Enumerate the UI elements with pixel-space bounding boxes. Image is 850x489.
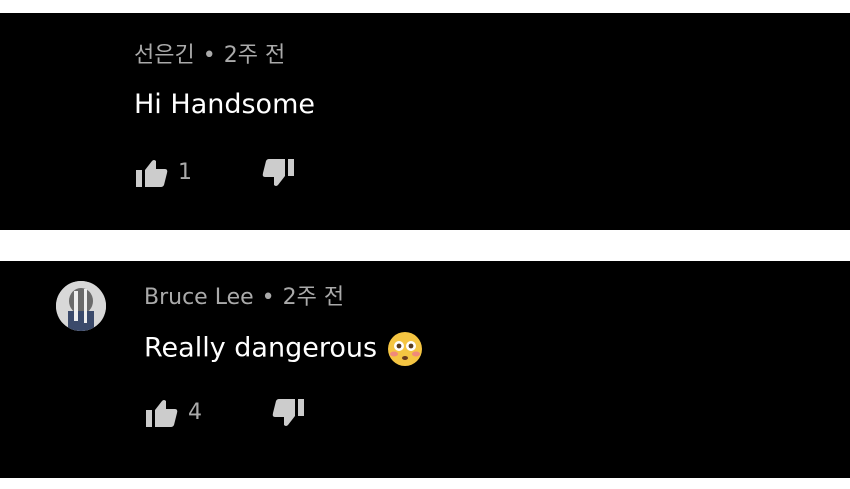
comment-text: Really dangerous <box>144 331 423 367</box>
comment-actions: 1 <box>132 155 298 191</box>
thumbs-up-icon <box>136 160 168 187</box>
meta-separator: • <box>202 43 216 68</box>
dislike-button[interactable] <box>258 155 298 191</box>
comment-meta: 선은긴 • 2주 전 <box>134 45 285 67</box>
meta-separator: • <box>261 285 275 310</box>
comment-text-content: Really dangerous <box>144 332 378 364</box>
dislike-button[interactable] <box>268 395 308 431</box>
comment-text: Hi Handsome <box>134 89 315 120</box>
comment-timestamp[interactable]: 2주 전 <box>283 285 344 310</box>
comment-author[interactable]: Bruce Lee <box>144 285 254 310</box>
like-button[interactable] <box>132 155 172 191</box>
avatar-image <box>56 281 106 331</box>
thumbs-up-icon <box>146 400 178 427</box>
like-count: 4 <box>188 400 202 425</box>
like-count: 1 <box>178 160 192 185</box>
comment-meta: Bruce Lee • 2주 전 <box>144 287 344 309</box>
thumbs-down-icon <box>272 399 304 426</box>
comment-timestamp[interactable]: 2주 전 <box>224 43 285 68</box>
flushed-face-emoji <box>388 332 423 366</box>
comment-item: 선은긴 • 2주 전 Hi Handsome 1 <box>0 13 850 230</box>
avatar[interactable] <box>56 281 106 331</box>
comment-author[interactable]: 선은긴 <box>134 43 195 68</box>
like-button[interactable] <box>142 395 182 431</box>
thumbs-down-icon <box>262 159 294 186</box>
comment-item: Bruce Lee • 2주 전 Really dangerous 4 <box>0 261 850 478</box>
comments-page: 선은긴 • 2주 전 Hi Handsome 1 Bruce Lee • 2주 … <box>0 0 850 489</box>
comment-actions: 4 <box>142 395 308 431</box>
